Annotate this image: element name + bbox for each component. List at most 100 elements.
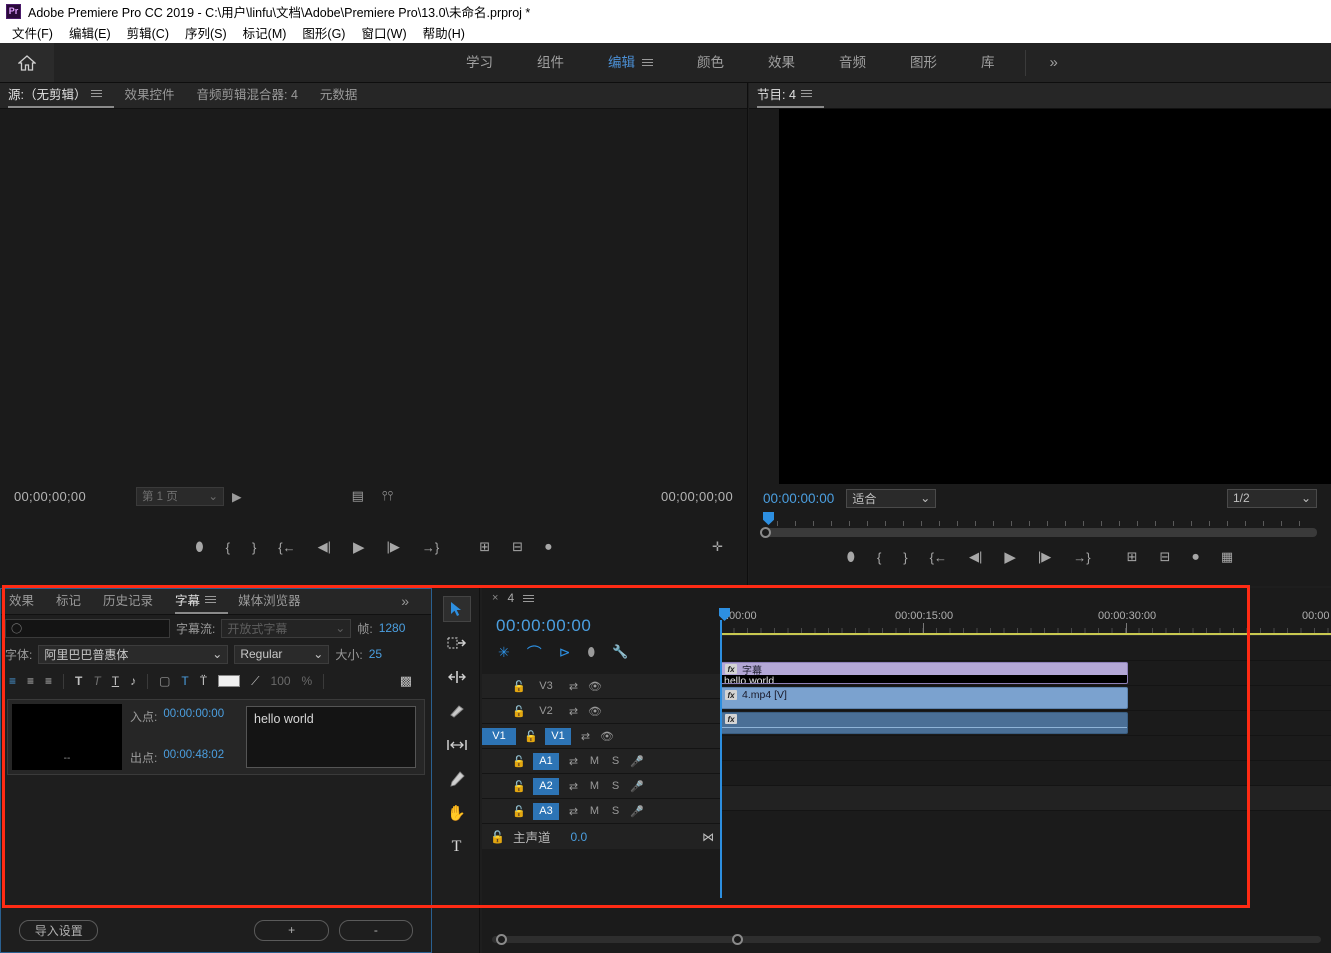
lane-a1[interactable]: fx [720, 711, 1331, 736]
step-back-icon[interactable]: ◀| [318, 539, 331, 555]
tab-history[interactable]: 历史记录 [103, 590, 165, 614]
microphone-icon[interactable]: 🎤 [630, 780, 644, 793]
opacity-value[interactable]: 100 [271, 674, 291, 688]
eye-icon[interactable]: 👁 [588, 680, 602, 693]
comparison-view-icon[interactable]: ▦ [1221, 549, 1233, 565]
menu-item-marker[interactable]: 标记(M) [235, 21, 295, 44]
workspace-tab-effects[interactable]: 效果 [746, 43, 817, 83]
work-area-bar[interactable] [720, 633, 1331, 635]
lock-icon[interactable]: 🔓 [512, 755, 526, 768]
track-header-v1[interactable]: V1 🔓 V1 ⇄ 👁 [482, 724, 720, 749]
track-header-a3[interactable]: 🔓 A3 ⇄ M S 🎤 [482, 799, 720, 824]
sync-lock-icon[interactable]: ⇄ [567, 705, 580, 718]
timeline-horizontal-scrollbar[interactable] [492, 934, 1321, 945]
menu-item-clip[interactable]: 剪辑(C) [119, 21, 177, 44]
safe-margins-icon[interactable]: ▩ [400, 673, 412, 689]
panel-menu-icon[interactable] [800, 88, 812, 99]
track-select-forward-tool[interactable] [443, 630, 471, 656]
clip-audio[interactable]: fx [720, 712, 1128, 734]
lane-v1[interactable]: fx 4.mp4 [V] [720, 686, 1331, 711]
caption-thumbnail[interactable]: -- [12, 704, 122, 770]
mute-icon[interactable]: M [588, 755, 601, 767]
go-to-in-icon[interactable]: {← [930, 550, 947, 565]
selection-tool[interactable] [442, 596, 471, 622]
step-forward-icon[interactable]: |▶ [387, 539, 400, 555]
master-level[interactable]: 0.0 [570, 830, 587, 844]
solo-icon[interactable]: S [609, 755, 622, 767]
import-settings-button[interactable]: 导入设置 [19, 919, 99, 941]
track-name[interactable]: V1 [545, 727, 571, 745]
workspace-tab-editing[interactable]: 编辑 [586, 43, 675, 83]
go-to-out-icon[interactable]: →} [1073, 550, 1090, 565]
menu-item-edit[interactable]: 编辑(E) [61, 21, 119, 44]
background-box-icon[interactable]: ▢ [159, 674, 170, 688]
linked-selection-icon[interactable]: ⊳ [559, 644, 571, 661]
lift-icon[interactable]: ⊞ [1127, 549, 1138, 565]
source-patch-v1[interactable]: V1 [482, 727, 516, 745]
menu-item-file[interactable]: 文件(F) [4, 21, 61, 44]
program-playhead-icon[interactable] [763, 512, 774, 525]
pan-icon[interactable]: ⋈ [702, 830, 714, 844]
tab-effect-controls[interactable]: 效果控件 [124, 84, 186, 108]
clip-video[interactable]: fx 4.mp4 [V] [720, 687, 1128, 709]
nest-sequence-icon[interactable]: ✳ [498, 644, 510, 661]
go-to-in-icon[interactable]: {← [278, 540, 295, 555]
workspace-tab-libraries[interactable]: 库 [959, 43, 1017, 83]
font-family-select[interactable]: 阿里巴巴普惠体 ⌄ [38, 644, 229, 664]
overwrite-icon[interactable]: ⊟ [512, 539, 523, 555]
remove-caption-button[interactable]: - [338, 919, 413, 941]
button-editor-icon[interactable]: ✛ [712, 539, 723, 555]
color-swatch[interactable] [218, 675, 241, 687]
menu-item-sequence[interactable]: 序列(S) [177, 21, 235, 44]
filmstrip-icon[interactable]: ▤ [352, 488, 364, 504]
caption-out-value[interactable]: 00:00:48:02 [163, 749, 224, 766]
timeline-settings-wrench-icon[interactable]: 🔧 [612, 644, 628, 660]
tab-media-browser[interactable]: 媒体浏览器 [238, 590, 313, 614]
ripple-edit-tool[interactable] [443, 664, 471, 690]
music-note-icon[interactable]: ♪ [130, 674, 136, 688]
step-back-icon[interactable]: ◀| [969, 549, 982, 565]
source-video-area[interactable] [0, 109, 747, 481]
font-size-value[interactable]: 25 [369, 647, 382, 661]
align-left-icon[interactable]: ≡ [9, 674, 16, 688]
play-icon[interactable]: ▶ [1004, 548, 1016, 566]
solo-icon[interactable]: S [609, 805, 622, 817]
caption-text-input[interactable]: hello world [246, 706, 416, 768]
sync-lock-icon[interactable]: ⇄ [567, 755, 580, 768]
frame-value[interactable]: 1280 [379, 621, 406, 635]
captions-search-input[interactable]: ◯ [5, 618, 170, 638]
microphone-icon[interactable]: 🎤 [630, 805, 644, 818]
workspace-tab-color[interactable]: 颜色 [675, 43, 746, 83]
workspace-overflow-icon[interactable]: » [1034, 54, 1074, 71]
font-style-select[interactable]: Regular ⌄ [234, 644, 330, 664]
panel-menu-icon[interactable] [205, 594, 217, 605]
workspace-tab-audio[interactable]: 音频 [817, 43, 888, 83]
program-time-ruler[interactable] [763, 512, 1317, 526]
step-forward-icon[interactable]: |▶ [1038, 549, 1051, 565]
track-name[interactable]: A3 [533, 802, 559, 820]
export-frame-icon[interactable]: ⏺ [545, 539, 552, 555]
tab-captions[interactable]: 字幕 [175, 590, 229, 614]
slip-tool[interactable] [443, 732, 471, 758]
microphone-icon[interactable]: 🎤 [630, 755, 644, 768]
program-scrollbar[interactable] [760, 527, 1317, 538]
bold-icon[interactable]: T [75, 674, 82, 688]
menu-item-window[interactable]: 窗口(W) [353, 21, 414, 44]
waveform-icon[interactable]: ⫯⫯ [382, 488, 393, 504]
export-frame-icon[interactable]: ⏺ [1192, 549, 1199, 565]
eye-icon[interactable]: 👁 [588, 705, 602, 718]
clip-caption[interactable]: fx 字幕 hello world [720, 662, 1128, 684]
lock-icon[interactable]: 🔓 [524, 730, 538, 743]
workspace-tab-learning[interactable]: 学习 [444, 43, 515, 83]
italic-icon[interactable]: T [93, 674, 100, 688]
menu-item-help[interactable]: 帮助(H) [415, 21, 473, 44]
tab-markers[interactable]: 标记 [56, 590, 93, 614]
caption-stream-select[interactable]: 开放式字幕 ⌄ [221, 618, 352, 638]
tab-effects[interactable]: 效果 [9, 590, 46, 614]
track-header-v2[interactable]: 🔓 V2 ⇄ 👁 [482, 699, 720, 724]
sync-lock-icon[interactable]: ⇄ [579, 730, 592, 743]
mark-in-icon[interactable]: { [877, 550, 881, 565]
lane-v2[interactable]: fx 字幕 hello world [720, 661, 1331, 686]
home-button[interactable] [0, 43, 54, 82]
lock-icon[interactable]: 🔓 [490, 830, 505, 844]
